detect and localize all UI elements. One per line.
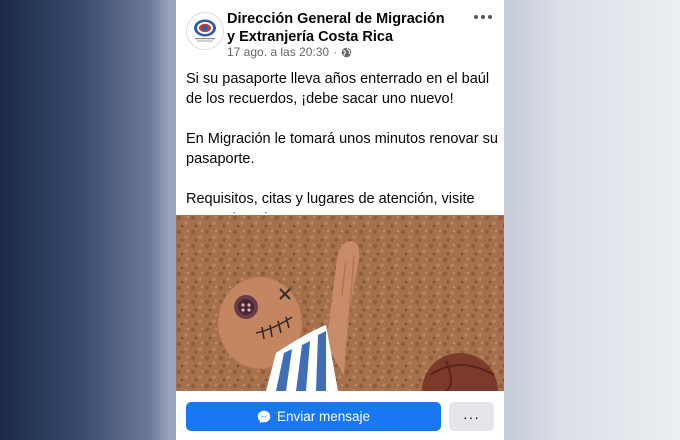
post-paragraph: Si su pasaporte lleva años enterrado en … [186, 71, 490, 107]
post-paragraph: En Migración le tomará unos minutos reno… [186, 131, 498, 167]
send-message-button[interactable]: Enviar mensaje [186, 402, 441, 431]
post-image[interactable] [176, 215, 504, 391]
more-options-label: ··· [463, 408, 480, 425]
doll-in-dirt-image [176, 215, 504, 391]
post-paragraph-text: Requisitos, citas y lugares de atención,… [186, 191, 475, 207]
post-text: Si su pasaporte lleva años enterrado en … [186, 69, 498, 229]
send-message-label: Enviar mensaje [276, 409, 371, 424]
more-options-button[interactable]: ··· [449, 402, 494, 431]
migracion-logo-icon [187, 13, 223, 49]
globe-icon [341, 47, 352, 57]
more-dot [488, 15, 492, 19]
post-meta: 17 ago. a las 20:30 · [227, 45, 352, 59]
page-name-link[interactable]: Dirección General de Migración y Extranj… [227, 10, 447, 46]
meta-separator: · [333, 45, 338, 59]
page-avatar[interactable] [186, 12, 224, 50]
facebook-post: Dirección General de Migración y Extranj… [176, 0, 504, 440]
messenger-icon [257, 410, 271, 423]
more-dots-icon [474, 15, 478, 19]
post-header: Dirección General de Migración y Extranj… [176, 0, 504, 64]
post-footer: Enviar mensaje ··· [176, 391, 504, 440]
more-dot [481, 15, 485, 19]
post-options-button[interactable] [472, 10, 494, 24]
post-timestamp[interactable]: 17 ago. a las 20:30 [227, 45, 329, 59]
